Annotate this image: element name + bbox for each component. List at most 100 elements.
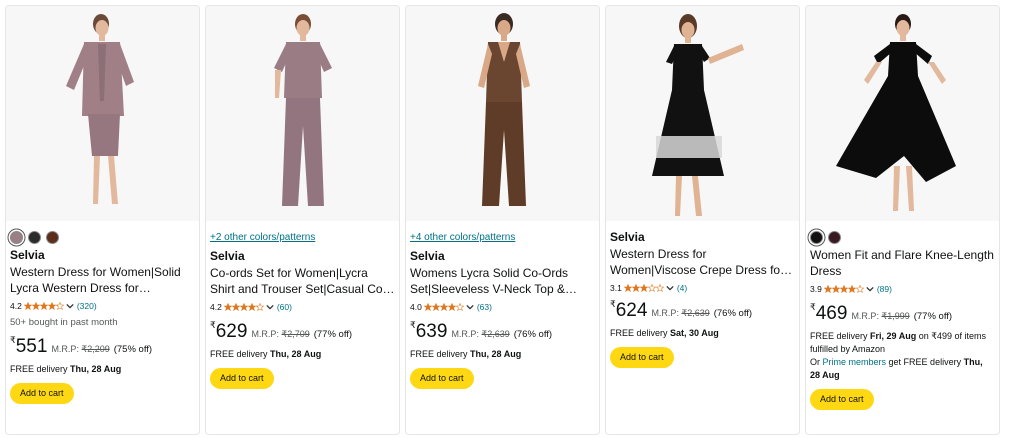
bought-count: 50+ bought in past month — [10, 317, 118, 328]
brand-name: Selvia — [610, 230, 645, 244]
product-image[interactable] — [806, 6, 999, 221]
delivery-date: Thu, 28 Aug — [70, 364, 122, 374]
delivery-info: FREE delivery Fri, 29 Aug on ₹499 of ite… — [810, 330, 995, 356]
product-image[interactable] — [606, 6, 799, 221]
review-count[interactable]: (320) — [77, 301, 97, 311]
review-count[interactable]: (4) — [677, 283, 687, 293]
price: 624 — [615, 300, 648, 321]
color-swatch[interactable] — [828, 230, 841, 244]
review-count[interactable]: (89) — [877, 284, 892, 294]
product-title[interactable]: Women Fit and Flare Knee-Length Dress — [810, 247, 995, 279]
chevron-down-icon[interactable] — [66, 302, 74, 310]
chevron-down-icon[interactable] — [666, 284, 674, 292]
delivery-info: FREE delivery Thu, 28 Aug — [10, 363, 195, 376]
rating-value: 4.2 — [210, 302, 222, 312]
prime-members-link[interactable]: Prime members — [823, 357, 887, 367]
add-to-cart-button[interactable]: Add to cart — [410, 368, 474, 389]
star-icon — [855, 285, 864, 293]
star-icon — [231, 303, 240, 311]
currency-symbol: ₹ — [210, 320, 216, 330]
delivery-info: FREE delivery Thu, 28 Aug — [210, 348, 395, 361]
delivery-date: Thu, 28 Aug — [270, 349, 322, 359]
mrp-value: ₹2,639 — [681, 308, 710, 318]
star-icon — [255, 303, 264, 311]
star-rating-icon[interactable] — [423, 303, 464, 311]
mrp-value: ₹2,639 — [481, 329, 510, 339]
price: 639 — [415, 321, 448, 342]
product-image[interactable] — [6, 6, 199, 221]
product-title[interactable]: Western Dress for Women|Viscose Crepe Dr… — [610, 246, 795, 278]
chevron-down-icon[interactable] — [866, 285, 874, 293]
product-title[interactable]: Western Dress for Women|Solid Lycra West… — [10, 264, 195, 296]
add-to-cart-button[interactable]: Add to cart — [610, 347, 674, 368]
rating-value: 4.0 — [410, 302, 422, 312]
rating-value: 4.2 — [10, 301, 22, 311]
star-icon — [47, 302, 56, 310]
color-swatch[interactable] — [10, 230, 23, 244]
star-icon — [447, 303, 456, 311]
add-to-cart-button[interactable]: Add to cart — [10, 383, 74, 404]
discount: (75% off) — [113, 344, 153, 355]
mrp-label: M.R.P: — [851, 311, 879, 321]
product-card[interactable]: Selvia Western Dress for Women|Solid Lyc… — [5, 5, 200, 435]
price: 629 — [215, 321, 248, 342]
star-icon — [431, 303, 440, 311]
product-card[interactable]: +4 other colors/patterns Selvia Womens L… — [405, 5, 600, 435]
product-image[interactable] — [406, 6, 599, 221]
mrp: M.R.P: ₹2,709 — [251, 329, 309, 340]
discount: (77% off) — [913, 311, 953, 322]
mrp: M.R.P: ₹2,639 — [651, 308, 709, 319]
star-rating-icon[interactable] — [223, 303, 264, 311]
add-to-cart-button[interactable]: Add to cart — [210, 368, 274, 389]
add-to-cart-button[interactable]: Add to cart — [810, 389, 874, 410]
price: 469 — [815, 303, 848, 324]
delivery-prefix: FREE delivery — [10, 364, 68, 374]
star-icon — [39, 302, 48, 310]
more-colors-link[interactable]: +4 other colors/patterns — [410, 231, 595, 245]
star-rating-icon[interactable] — [823, 285, 864, 293]
product-card[interactable]: +2 other colors/patterns Selvia Co-ords … — [205, 5, 400, 435]
product-card[interactable]: Women Fit and Flare Knee-Length Dress 3.… — [805, 5, 1000, 435]
more-colors-link[interactable]: +2 other colors/patterns — [210, 231, 395, 245]
delivery-info: FREE delivery Sat, 30 Aug — [610, 327, 795, 340]
star-icon — [839, 285, 848, 293]
star-icon — [239, 303, 248, 311]
discount: (77% off) — [313, 329, 353, 340]
rating-value: 3.1 — [610, 283, 622, 293]
color-swatch[interactable] — [810, 230, 823, 244]
product-grid: Selvia Western Dress for Women|Solid Lyc… — [5, 5, 1000, 435]
star-icon — [55, 302, 64, 310]
star-icon — [623, 284, 632, 292]
star-rating-icon[interactable] — [23, 302, 64, 310]
star-rating-icon[interactable] — [623, 284, 664, 292]
star-icon — [847, 285, 856, 293]
mrp-value: ₹2,209 — [81, 344, 110, 354]
product-title[interactable]: Co-ords Set for Women|Lycra Shirt and Tr… — [210, 265, 395, 297]
star-icon — [23, 302, 32, 310]
star-icon — [831, 285, 840, 293]
prime-prefix: Or — [810, 357, 820, 367]
review-count[interactable]: (63) — [477, 302, 492, 312]
product-title[interactable]: Womens Lycra Solid Co-Ords Set|Sleeveles… — [410, 265, 595, 297]
star-icon — [31, 302, 40, 310]
star-icon — [631, 284, 640, 292]
price-row: ₹639 M.R.P: ₹2,639 (76% off) — [410, 320, 595, 346]
product-card[interactable]: Selvia Western Dress for Women|Viscose C… — [605, 5, 800, 435]
price-row: ₹624 M.R.P: ₹2,639 (76% off) — [610, 299, 795, 325]
mrp: M.R.P: ₹2,639 — [451, 329, 509, 340]
mrp: M.R.P: ₹2,209 — [51, 344, 109, 355]
delivery-prefix: FREE delivery — [210, 349, 268, 359]
color-swatches — [10, 229, 195, 245]
chevron-down-icon[interactable] — [466, 303, 474, 311]
review-count[interactable]: (60) — [277, 302, 292, 312]
star-icon — [823, 285, 832, 293]
delivery-date: Sat, 30 Aug — [670, 328, 719, 338]
color-swatch[interactable] — [28, 230, 41, 244]
star-icon — [223, 303, 232, 311]
color-swatch[interactable] — [46, 230, 59, 244]
mrp-value: ₹1,999 — [881, 311, 910, 321]
product-image[interactable] — [206, 6, 399, 221]
currency-symbol: ₹ — [10, 335, 16, 345]
chevron-down-icon[interactable] — [266, 303, 274, 311]
price-row: ₹629 M.R.P: ₹2,709 (77% off) — [210, 320, 395, 346]
